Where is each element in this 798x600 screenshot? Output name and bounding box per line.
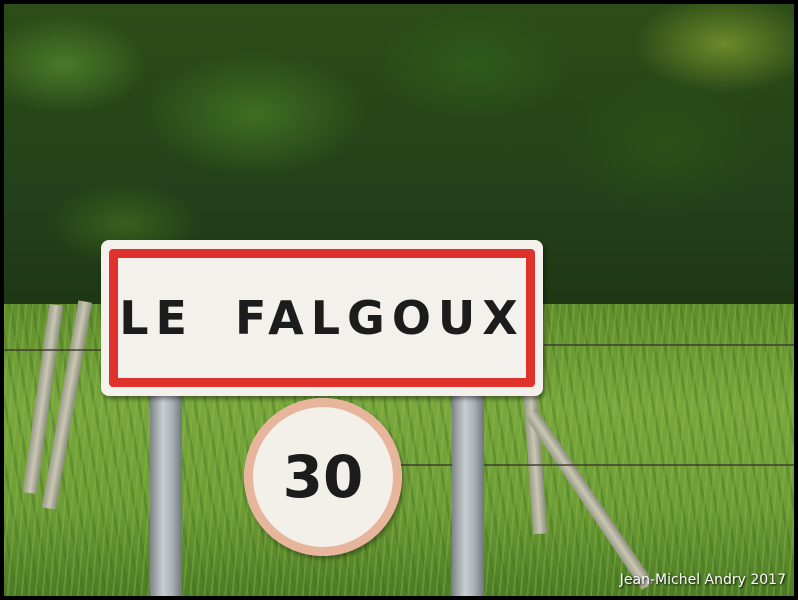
fence-wire (544, 344, 794, 346)
town-name: LE FALGOUX (119, 291, 525, 345)
fence-wire (4, 349, 104, 351)
sign-pole-right (452, 392, 484, 596)
roadside-photo: LE FALGOUX 30 Jean-Michel Andry 2017 (4, 4, 794, 596)
speed-limit-value: 30 (282, 443, 364, 511)
town-entry-sign: LE FALGOUX (101, 240, 543, 396)
speed-limit-sign: 30 (244, 398, 402, 556)
sign-pole-left (150, 392, 182, 596)
photo-credit: Jean-Michel Andry 2017 (619, 572, 786, 588)
photo-frame: LE FALGOUX 30 Jean-Michel Andry 2017 (0, 0, 798, 600)
